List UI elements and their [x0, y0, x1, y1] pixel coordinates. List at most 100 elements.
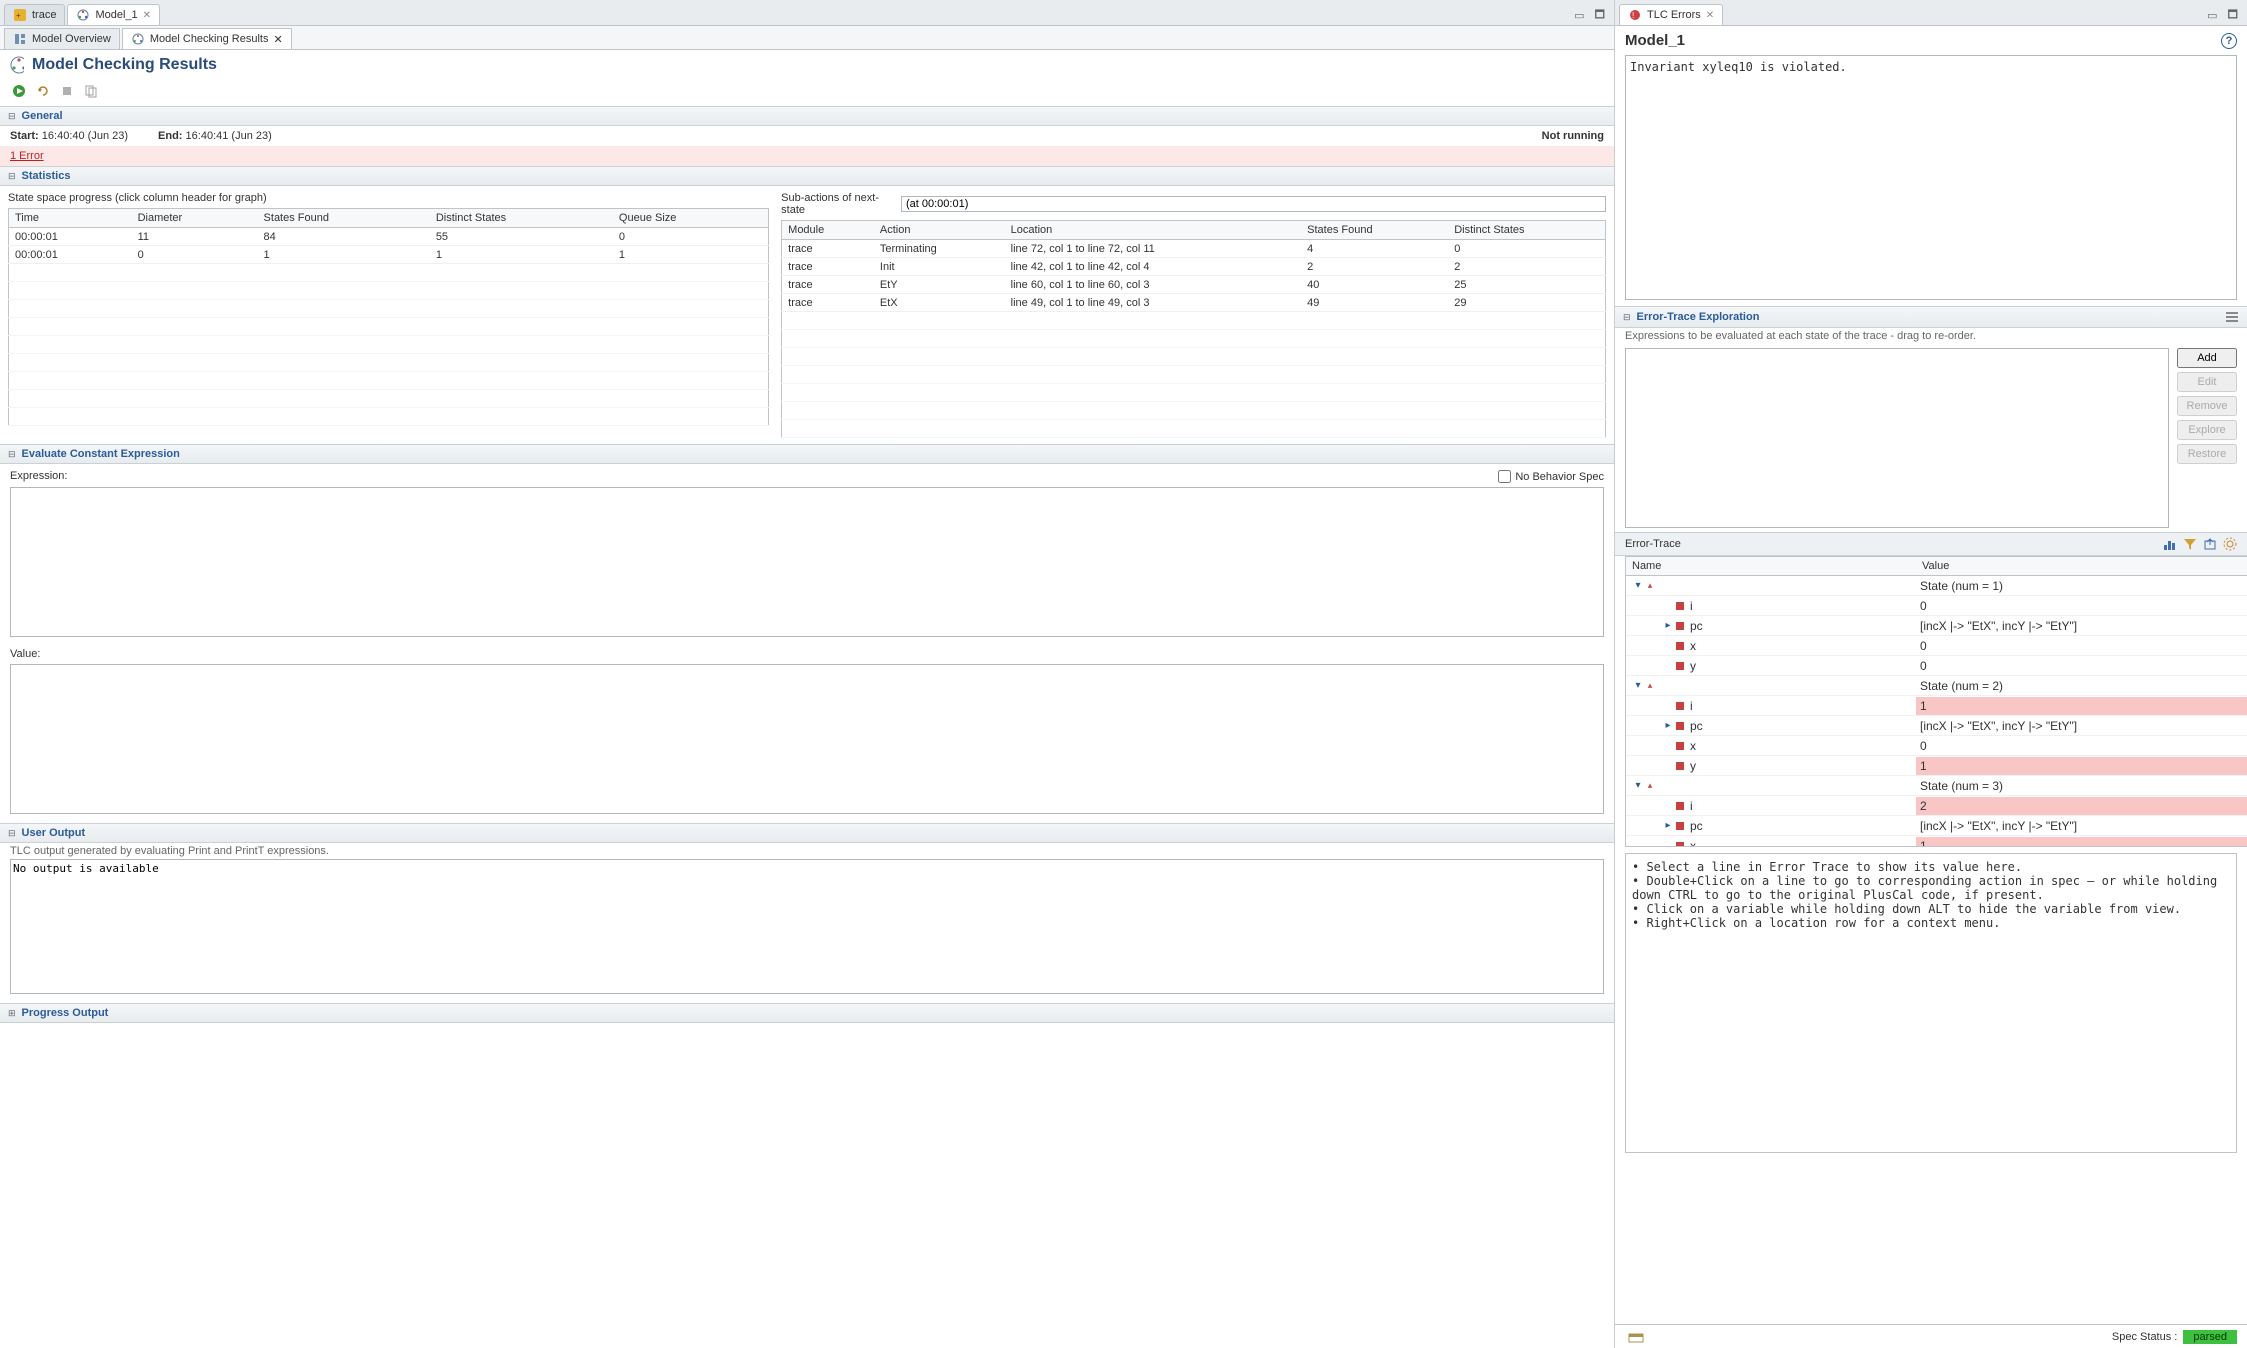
- col-header[interactable]: Queue Size: [613, 209, 769, 228]
- model-title: Model_1: [1625, 32, 1685, 49]
- help-icon[interactable]: ?: [2221, 33, 2237, 49]
- trace-row[interactable]: ▾▴ State (num = 3): [1626, 776, 2247, 796]
- close-icon[interactable]: ✕: [143, 10, 151, 21]
- error-link[interactable]: 1 Error: [10, 150, 44, 162]
- chart-icon[interactable]: [2163, 537, 2177, 551]
- trace-row[interactable]: i2: [1626, 796, 2247, 816]
- table-row[interactable]: traceInitline 42, col 1 to line 42, col …: [782, 258, 1606, 276]
- tab-model1[interactable]: Model_1 ✕: [67, 4, 160, 25]
- nobehavior-checkbox[interactable]: [1498, 470, 1511, 483]
- collapse-icon: ⊟: [8, 171, 16, 182]
- col-header[interactable]: Location: [1005, 221, 1301, 240]
- remove-button[interactable]: Remove: [2177, 396, 2237, 416]
- section-header-general[interactable]: ⊟ General: [0, 107, 1614, 126]
- trace-row[interactable]: ▾▴ State (num = 2): [1626, 676, 2247, 696]
- errors-tabbar: ! TLC Errors ✕ ▭ 🗖: [1615, 0, 2247, 26]
- copy-button[interactable]: [82, 82, 100, 100]
- trace-row[interactable]: y1: [1626, 756, 2247, 776]
- tab-label: trace: [32, 9, 56, 21]
- expand-icon: ⊞: [8, 1008, 16, 1019]
- col-value[interactable]: Value: [1916, 557, 2247, 575]
- tab-trace[interactable]: + trace: [4, 4, 65, 25]
- collapse-icon: ⊟: [8, 449, 16, 460]
- edit-button[interactable]: Edit: [2177, 372, 2237, 392]
- minimize-icon[interactable]: ▭: [2204, 9, 2220, 22]
- trace-row[interactable]: ▸pc[incX |-> "EtX", incY |-> "EtY"]: [1626, 716, 2247, 736]
- trace-row[interactable]: x0: [1626, 636, 2247, 656]
- subtab-overview[interactable]: Model Overview: [4, 28, 120, 49]
- maximize-icon[interactable]: 🗖: [2225, 6, 2241, 25]
- table-row[interactable]: traceEtXline 49, col 1 to line 49, col 3…: [782, 294, 1606, 312]
- restore-button[interactable]: Restore: [2177, 444, 2237, 464]
- expression-label: Expression:: [10, 470, 67, 483]
- table-row[interactable]: 00:00:011184550: [9, 228, 769, 246]
- trace-row[interactable]: x1: [1626, 836, 2247, 846]
- model-subtabbar: Model Overview Model Checking Results ✕: [0, 26, 1614, 50]
- ete-menu-icon[interactable]: [2225, 310, 2239, 324]
- trace-row[interactable]: ▾▴ State (num = 1): [1626, 576, 2247, 596]
- progress-table[interactable]: TimeDiameterStates FoundDistinct StatesQ…: [8, 208, 769, 426]
- user-output-textarea[interactable]: No output is available: [10, 859, 1604, 994]
- subactions-label: Sub-actions of next-state: [781, 192, 891, 216]
- section-header-progress-output[interactable]: ⊞ Progress Output: [0, 1004, 1614, 1023]
- table-row[interactable]: 00:00:010111: [9, 246, 769, 264]
- section-header-user-output[interactable]: ⊟ User Output: [0, 824, 1614, 843]
- table-row[interactable]: traceTerminatingline 72, col 1 to line 7…: [782, 240, 1606, 258]
- run-button[interactable]: [10, 82, 28, 100]
- trace-row[interactable]: x0: [1626, 736, 2247, 756]
- ete-expression-list[interactable]: [1625, 348, 2169, 528]
- maximize-icon[interactable]: 🗖: [1592, 6, 1608, 25]
- close-icon[interactable]: ✕: [1706, 10, 1714, 21]
- section-header-ete[interactable]: ⊟ Error-Trace Exploration: [1615, 307, 2247, 328]
- col-header[interactable]: Action: [874, 221, 1005, 240]
- close-icon[interactable]: ✕: [273, 33, 282, 46]
- section-header-eval[interactable]: ⊟ Evaluate Constant Expression: [0, 445, 1614, 464]
- table-row[interactable]: traceEtYline 60, col 1 to line 60, col 3…: [782, 276, 1606, 294]
- user-output-hint: TLC output generated by evaluating Print…: [0, 843, 1614, 859]
- export-icon[interactable]: [2203, 537, 2217, 551]
- col-header[interactable]: Diameter: [132, 209, 258, 228]
- error-trace-table[interactable]: Name Value ▾▴ State (num = 1) i0▸pc[incX…: [1625, 556, 2247, 847]
- subactions-at-input[interactable]: [901, 196, 1606, 212]
- settings-icon[interactable]: [2223, 537, 2237, 551]
- col-header[interactable]: Module: [782, 221, 874, 240]
- actions-table[interactable]: ModuleActionLocationStates FoundDistinct…: [781, 220, 1606, 438]
- error-message-box[interactable]: Invariant xyleq10 is violated.: [1625, 55, 2237, 300]
- results-toolbar: [0, 80, 1614, 106]
- minimize-icon[interactable]: ▭: [1571, 9, 1587, 22]
- collapse-icon: ⊟: [1623, 312, 1631, 323]
- model-icon: [76, 8, 90, 22]
- error-icon: !: [1628, 8, 1642, 22]
- trace-row[interactable]: ▸pc[incX |-> "EtX", incY |-> "EtY"]: [1626, 816, 2247, 836]
- trace-help-text: • Select a line in Error Trace to show i…: [1625, 853, 2237, 1153]
- col-name[interactable]: Name: [1626, 557, 1916, 575]
- trace-row[interactable]: i1: [1626, 696, 2247, 716]
- editor-tabbar: + trace Model_1 ✕ ▭ 🗖: [0, 0, 1614, 26]
- trace-row[interactable]: y0: [1626, 656, 2247, 676]
- filter-icon[interactable]: [2183, 537, 2197, 551]
- col-header[interactable]: Distinct States: [430, 209, 613, 228]
- expression-textarea[interactable]: [10, 487, 1604, 637]
- start-time: Start: 16:40:40 (Jun 23): [10, 130, 128, 142]
- tla-file-icon: +: [13, 8, 27, 22]
- svg-text:+: +: [16, 11, 21, 20]
- col-header[interactable]: States Found: [1301, 221, 1448, 240]
- progress-label: State space progress (click column heade…: [8, 192, 769, 204]
- section-header-statistics[interactable]: ⊟ Statistics: [0, 167, 1614, 186]
- section-user-output: ⊟ User Output TLC output generated by ev…: [0, 823, 1614, 1003]
- trace-row[interactable]: i0: [1626, 596, 2247, 616]
- stop-button[interactable]: [58, 82, 76, 100]
- reconnect-button[interactable]: [34, 82, 52, 100]
- col-header[interactable]: Time: [9, 209, 132, 228]
- trace-row[interactable]: ▸pc[incX |-> "EtX", incY |-> "EtY"]: [1626, 616, 2247, 636]
- add-button[interactable]: Add: [2177, 348, 2237, 368]
- section-general: ⊟ General Start: 16:40:40 (Jun 23) End: …: [0, 106, 1614, 166]
- explore-button[interactable]: Explore: [2177, 420, 2237, 440]
- col-header[interactable]: Distinct States: [1448, 221, 1605, 240]
- col-header[interactable]: States Found: [258, 209, 430, 228]
- value-textarea[interactable]: [10, 664, 1604, 814]
- status-tray-icon[interactable]: [1625, 1328, 1647, 1346]
- subtab-results[interactable]: Model Checking Results ✕: [122, 28, 292, 49]
- subtab-label: Model Checking Results: [150, 33, 269, 45]
- tab-tlc-errors[interactable]: ! TLC Errors ✕: [1619, 4, 1723, 25]
